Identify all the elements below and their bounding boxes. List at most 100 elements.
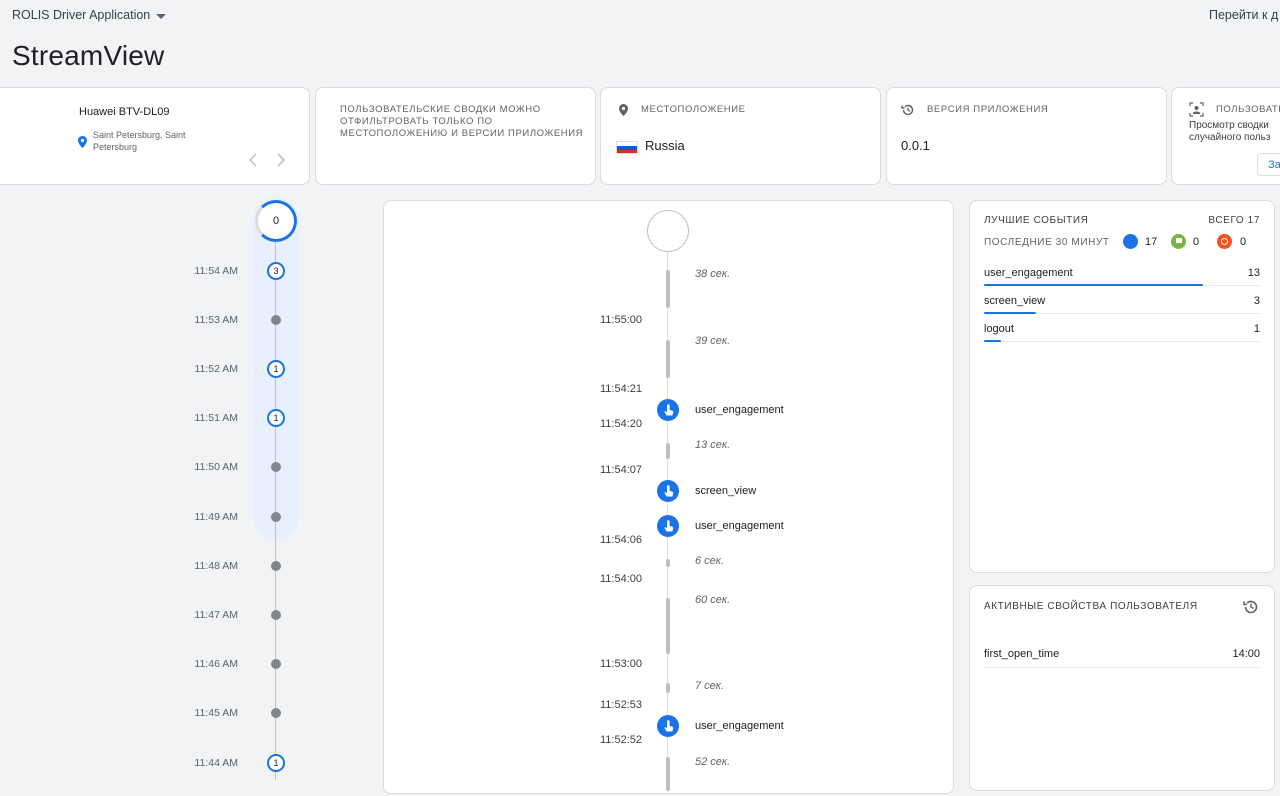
filter-info-card: ПОЛЬЗОВАТЕЛЬСКИЕ СВОДКИ МОЖНО ОТФИЛЬТРОВ… (315, 87, 596, 185)
top-event-share-bar (984, 312, 1036, 314)
stream-timestamp: 11:54:21 (599, 383, 642, 395)
device-location-line1: Saint Petersburg, Saint (93, 130, 186, 140)
chevron-left-icon[interactable] (248, 153, 258, 167)
user-icon (1189, 102, 1204, 117)
version-history-icon (901, 104, 914, 116)
top-event-count: 3 (1253, 295, 1260, 307)
timeline-count-marker[interactable]: 1 (267, 360, 285, 378)
touch-event-icon[interactable] (657, 715, 679, 737)
top-events-total: ВСЕГО 17 (1208, 215, 1260, 226)
stream-gap-bar (666, 559, 670, 567)
page-title: StreamView (12, 40, 165, 71)
timeline-empty-dot[interactable] (271, 659, 281, 669)
stream-duration: 7 сек. (695, 680, 725, 692)
top-event-name[interactable]: user_engagement (984, 267, 1073, 279)
timeline-time-label: 11:46 AM (194, 658, 238, 670)
stream-gap-bar (666, 683, 670, 693)
timeline-count-marker[interactable]: 1 (267, 409, 285, 427)
location-pin-icon (78, 136, 87, 148)
timeline-empty-dot[interactable] (271, 512, 281, 522)
top-event-count: 13 (1247, 267, 1260, 279)
version-card-value: 0.0.1 (901, 138, 930, 153)
timeline-time-label: 11:52 AM (194, 363, 238, 375)
user-property-name: first_open_time (984, 648, 1060, 660)
top-events-title: ЛУЧШИЕ СОБЫТИЯ (984, 215, 1089, 226)
stream-duration: 6 сек. (695, 555, 725, 567)
timeline-empty-dot[interactable] (271, 708, 281, 718)
top-event-name[interactable]: screen_view (984, 295, 1045, 307)
timeline-empty-dot[interactable] (271, 610, 281, 620)
stream-event-label[interactable]: user_engagement (695, 404, 784, 416)
stream-timestamp: 11:54:20 (599, 418, 642, 430)
user-properties-card: АКТИВНЫЕ СВОЙСТВА ПОЛЬЗОВАТЕЛЯ first_ope… (969, 585, 1275, 791)
stream-gap-bar (666, 598, 670, 654)
stream-timestamp: 11:53:00 (599, 658, 642, 670)
touch-event-icon[interactable] (657, 399, 679, 421)
location-card[interactable]: МЕСТОПОЛОЖЕНИЕ Russia (600, 87, 881, 185)
row-divider (984, 341, 1261, 342)
timeline-time-label: 11:51 AM (194, 412, 238, 424)
user-card: ПОЛЬЗОВАТЕ Просмотр сводки случайного по… (1171, 87, 1280, 185)
timeline-time-label: 11:45 AM (194, 707, 238, 719)
timeline-time-label: 11:50 AM (194, 461, 238, 473)
row-divider (984, 667, 1260, 668)
top-events-period: ПОСЛЕДНИЕ 30 МИНУТ (984, 237, 1110, 248)
location-card-title: МЕСТОПОЛОЖЕНИЕ (641, 104, 746, 115)
stream-event-label[interactable]: screen_view (695, 485, 756, 497)
top-events-card: ЛУЧШИЕ СОБЫТИЯ ВСЕГО 17 ПОСЛЕДНИЕ 30 МИН… (969, 200, 1275, 573)
version-card-title: ВЕРСИЯ ПРИЛОЖЕНИЯ (927, 104, 1049, 115)
chevron-down-icon[interactable] (156, 14, 166, 19)
flag-total: 0 (1193, 236, 1200, 248)
app-selector-label[interactable]: ROLIS Driver Application (12, 8, 150, 22)
chevron-right-icon[interactable] (276, 153, 286, 167)
user-property-value: 14:00 (1232, 648, 1260, 660)
filter-info-line3: МЕСТОПОЛОЖЕНИЮ И ВЕРСИИ ПРИЛОЖЕНИЯ (340, 128, 584, 139)
user-card-line1: Просмотр сводки (1189, 120, 1269, 131)
top-bar: ROLIS Driver Application Перейти к д (0, 0, 1280, 30)
app-version-card[interactable]: ВЕРСИЯ ПРИЛОЖЕНИЯ 0.0.1 (886, 87, 1167, 185)
timeline-empty-dot[interactable] (271, 315, 281, 325)
timeline-count-marker[interactable]: 3 (267, 262, 285, 280)
top-event-count: 1 (1253, 323, 1260, 335)
goto-link[interactable]: Перейти к д (1209, 8, 1278, 22)
timeline-time-label: 11:44 AM (194, 757, 238, 769)
stream-event-label[interactable]: user_engagement (695, 520, 784, 532)
filter-info-line2: ОТФИЛЬТРОВАТЬ ТОЛЬКО ПО (340, 116, 493, 127)
user-card-line2: случайного польз (1189, 132, 1271, 143)
filter-info-line1: ПОЛЬЗОВАТЕЛЬСКИЕ СВОДКИ МОЖНО (340, 104, 541, 115)
touch-event-icon[interactable] (657, 515, 679, 537)
timeline-time-label: 11:47 AM (194, 609, 238, 621)
device-location-line2: Petersburg (93, 142, 138, 152)
stream-timestamp: 11:52:52 (599, 734, 642, 746)
stream-gap-bar (666, 270, 670, 308)
stream-duration: 13 сек. (695, 439, 731, 451)
russia-flag-icon (616, 141, 638, 154)
stream-timestamp: 11:54:07 (599, 464, 642, 476)
stream-event-label[interactable]: user_engagement (695, 720, 784, 732)
stream-timestamp: 11:52:53 (599, 699, 642, 711)
stream-gap-bar (666, 757, 670, 791)
error-count-icon (1217, 234, 1232, 249)
top-event-name[interactable]: logout (984, 323, 1014, 335)
touch-event-icon[interactable] (657, 480, 679, 502)
location-pin-icon (619, 104, 628, 116)
timeline-empty-dot[interactable] (271, 462, 281, 472)
timeline-empty-dot[interactable] (271, 561, 281, 571)
stream-duration: 60 сек. (695, 594, 731, 606)
engagement-total: 17 (1145, 236, 1158, 248)
stream-timestamp: 11:55:00 (599, 314, 642, 326)
history-icon[interactable] (1242, 598, 1260, 616)
stream-duration: 39 сек. (695, 335, 731, 347)
user-card-button[interactable]: За (1257, 153, 1280, 176)
stream-gap-bar (666, 340, 670, 378)
timeline-time-label: 11:54 AM (194, 265, 238, 277)
timeline-current-count[interactable]: 0 (255, 200, 297, 242)
stream-duration: 38 сек. (695, 268, 731, 280)
location-card-value: Russia (645, 138, 685, 153)
user-card-title: ПОЛЬЗОВАТЕ (1216, 104, 1280, 115)
error-total: 0 (1240, 236, 1247, 248)
timeline-count-marker[interactable]: 1 (267, 754, 285, 772)
user-properties-title: АКТИВНЫЕ СВОЙСТВА ПОЛЬЗОВАТЕЛЯ (984, 601, 1198, 612)
top-event-share-bar (984, 284, 1203, 286)
stream-current-marker (647, 210, 689, 252)
